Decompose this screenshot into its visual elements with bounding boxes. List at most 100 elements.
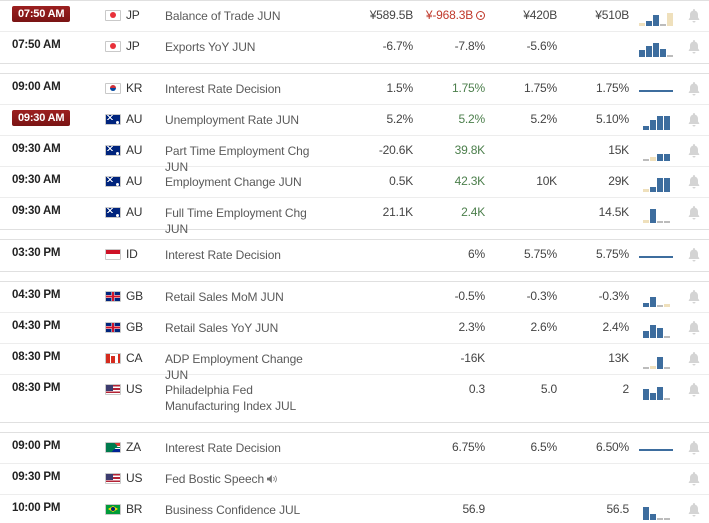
alert-bell-button[interactable] xyxy=(679,247,709,262)
sparkline-chart[interactable] xyxy=(633,383,679,400)
chart-bar xyxy=(667,13,673,26)
calendar-row[interactable]: 08:30 PM CA ADP Employment Change JUN -16K 1… xyxy=(0,344,709,382)
country-code: AU xyxy=(126,174,143,188)
sparkline-chart[interactable] xyxy=(633,321,679,338)
alert-bell-button[interactable] xyxy=(679,143,709,158)
country-cell[interactable]: JP xyxy=(105,39,161,53)
event-name[interactable]: Balance of Trade JUN xyxy=(161,8,333,24)
flag-za-icon xyxy=(105,441,121,453)
country-cell[interactable]: ZA xyxy=(105,440,161,454)
country-cell[interactable]: KR xyxy=(105,81,161,95)
calendar-row[interactable]: 09:00 PM ZA Interest Rate Decision 6.75% 6.5… xyxy=(0,433,709,464)
country-cell[interactable]: GB xyxy=(105,289,161,303)
value-consensus: 15K xyxy=(608,143,629,157)
calendar-row[interactable]: 09:30 PM US Fed Bostic Speech xyxy=(0,464,709,495)
country-cell[interactable]: ID xyxy=(105,247,161,261)
sparkline-chart[interactable] xyxy=(633,206,679,223)
chart-bar xyxy=(646,46,652,57)
chart-bar xyxy=(639,23,645,26)
sparkline-chart[interactable] xyxy=(633,290,679,307)
time-highlight-badge: 07:50 AM xyxy=(12,6,71,22)
alert-bell-button[interactable] xyxy=(679,471,709,486)
alert-bell-button[interactable] xyxy=(679,39,709,54)
event-name[interactable]: Full Time Employment Chg JUN xyxy=(161,205,333,237)
value-forecast: -0.5% xyxy=(454,289,486,303)
country-cell[interactable]: US xyxy=(105,382,161,396)
chart-bar xyxy=(649,514,656,520)
value-forecast: 39.8K xyxy=(454,143,486,157)
value-forecast: 5.2% xyxy=(458,112,485,126)
alert-bell-button[interactable] xyxy=(679,81,709,96)
calendar-row[interactable]: 07:50 AM JP Exports YoY JUN -6.7% -7.8% -5.6% xyxy=(0,32,709,63)
chart-bar xyxy=(663,154,670,161)
value-consensus: 13K xyxy=(608,351,629,365)
sparkline-chart[interactable] xyxy=(633,82,679,99)
event-name[interactable]: ADP Employment Change JUN xyxy=(161,351,333,383)
flag-us-icon xyxy=(105,383,121,395)
alert-bell-button[interactable] xyxy=(679,351,709,366)
alert-bell-button[interactable] xyxy=(679,320,709,335)
sparkline-chart[interactable] xyxy=(633,144,679,161)
event-name[interactable]: Philadelphia Fed Manufacturing Index JUL xyxy=(161,382,333,414)
calendar-row[interactable]: 09:30 AM AU Part Time Employment Chg JUN -2… xyxy=(0,136,709,174)
calendar-row[interactable]: 09:30 AM AU Full Time Employment Chg JUN 21… xyxy=(0,198,709,236)
sparkline-chart[interactable] xyxy=(633,352,679,369)
calendar-row[interactable]: 04:30 PM GB Retail Sales YoY JUN 2.3% 2.6% 2.… xyxy=(0,313,709,344)
calendar-row[interactable]: 04:30 PM GB Retail Sales MoM JUN -0.5% -0.3%… xyxy=(0,282,709,313)
sparkline-chart[interactable] xyxy=(633,472,679,489)
country-cell[interactable]: CA xyxy=(105,351,161,365)
event-name[interactable]: Unemployment Rate JUN xyxy=(161,112,333,128)
country-cell[interactable]: AU xyxy=(105,143,161,157)
country-cell[interactable]: AU xyxy=(105,112,161,126)
event-name[interactable]: Interest Rate Decision xyxy=(161,247,333,263)
alert-bell-button[interactable] xyxy=(679,289,709,304)
alert-bell-button[interactable] xyxy=(679,382,709,397)
event-name[interactable]: Interest Rate Decision xyxy=(161,440,333,456)
country-code: KR xyxy=(126,81,143,95)
country-code: ZA xyxy=(126,440,141,454)
sparkline-chart[interactable] xyxy=(633,113,679,130)
chart-bar xyxy=(642,389,649,400)
calendar-row[interactable]: 09:30 AM AU Unemployment Rate JUN 5.2% 5.2% 5… xyxy=(0,105,709,136)
value-forecast: ¥-968.3B xyxy=(417,8,489,22)
sparkline-chart[interactable] xyxy=(633,441,679,458)
sparkline-chart[interactable] xyxy=(633,248,679,265)
country-cell[interactable]: AU xyxy=(105,174,161,188)
event-name[interactable]: Employment Change JUN xyxy=(161,174,333,190)
sparkline-chart[interactable] xyxy=(633,9,679,26)
alert-bell-button[interactable] xyxy=(679,205,709,220)
event-name[interactable]: Retail Sales YoY JUN xyxy=(161,320,333,336)
alert-bell-button[interactable] xyxy=(679,8,709,23)
calendar-row[interactable]: 09:00 AM KR Interest Rate Decision 1.5% 1.75… xyxy=(0,74,709,105)
calendar-row[interactable]: 08:30 PM US Philadelphia Fed Manufacturing… xyxy=(0,375,709,422)
calendar-row[interactable]: 03:30 PM ID Interest Rate Decision 6% 5.75% 5… xyxy=(0,240,709,271)
sparkline-chart[interactable] xyxy=(633,503,679,520)
country-cell[interactable]: JP xyxy=(105,8,161,22)
event-name[interactable]: Interest Rate Decision xyxy=(161,81,333,97)
event-name[interactable]: Retail Sales MoM JUN xyxy=(161,289,333,305)
calendar-section: 07:50 AM JP Balance of Trade JUN ¥589.5B ¥-9… xyxy=(0,0,709,64)
chart-bar xyxy=(649,157,656,161)
info-circle-icon[interactable] xyxy=(476,11,485,20)
alert-bell-button[interactable] xyxy=(679,502,709,517)
country-cell[interactable]: AU xyxy=(105,205,161,219)
event-name[interactable]: Business Confidence JUL xyxy=(161,502,333,518)
alert-bell-button[interactable] xyxy=(679,440,709,455)
sparkline-chart[interactable] xyxy=(633,175,679,192)
event-name[interactable]: Part Time Employment Chg JUN xyxy=(161,143,333,175)
alert-bell-button[interactable] xyxy=(679,174,709,189)
event-name[interactable]: Exports YoY JUN xyxy=(161,39,333,55)
chart-bar xyxy=(660,49,666,57)
country-cell[interactable]: BR xyxy=(105,502,161,516)
alert-bell-button[interactable] xyxy=(679,112,709,127)
country-cell[interactable]: US xyxy=(105,471,161,485)
calendar-row[interactable]: 07:50 AM JP Balance of Trade JUN ¥589.5B ¥-9… xyxy=(0,1,709,32)
country-cell[interactable]: GB xyxy=(105,320,161,334)
event-name[interactable]: Fed Bostic Speech xyxy=(161,471,333,487)
value-consensus: 5.75% xyxy=(595,247,629,261)
calendar-row[interactable]: 09:30 AM AU Employment Change JUN 0.5K 42.3K… xyxy=(0,167,709,198)
calendar-row[interactable]: 10:00 PM BR Business Confidence JUL 56.9 56.… xyxy=(0,495,709,523)
sparkline-chart[interactable] xyxy=(633,40,679,57)
bell-icon xyxy=(688,248,700,262)
value-consensus: 56.5 xyxy=(606,502,629,516)
